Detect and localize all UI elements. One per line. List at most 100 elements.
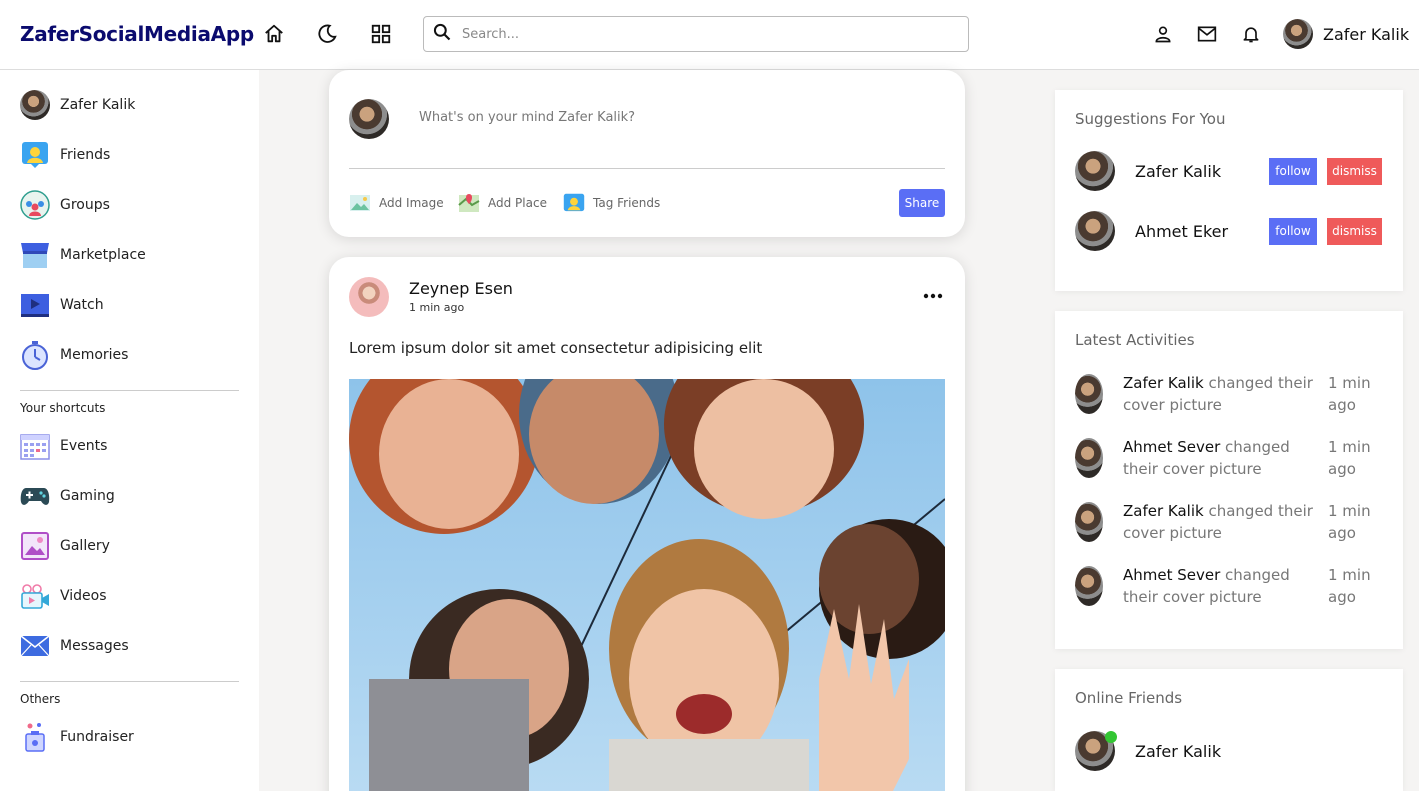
dark-mode-icon[interactable]: [315, 22, 339, 46]
fundraiser-icon: [20, 722, 50, 752]
gallery-icon: [20, 531, 50, 561]
sidebar-item-watch[interactable]: Watch: [0, 280, 259, 330]
post-author[interactable]: Zeynep Esen: [409, 279, 513, 298]
follow-button[interactable]: follow: [1269, 157, 1317, 185]
sidebar-item-label: Marketplace: [60, 247, 146, 263]
add-place-button[interactable]: Add Place: [458, 193, 547, 213]
avatar: [1283, 19, 1313, 49]
dismiss-button[interactable]: dismiss: [1327, 157, 1382, 185]
nav-user-name: Zafer Kalik: [1323, 24, 1410, 44]
avatar: [1075, 211, 1115, 251]
activity-user[interactable]: Ahmet Sever: [1123, 566, 1220, 584]
sidebar-item-profile[interactable]: Zafer Kalik: [0, 80, 259, 130]
avatar: [20, 90, 50, 120]
post-time: 1 min ago: [409, 301, 465, 314]
activity-text: Zafer Kalik changed their cover picture: [1123, 372, 1328, 416]
sidebar-item-gallery[interactable]: Gallery: [0, 521, 259, 571]
messages-icon: [20, 631, 50, 661]
post-card: Zeynep Esen 1 min ago Lorem ipsum dolor …: [329, 257, 965, 791]
sidebar-divider: [20, 390, 239, 391]
avatar: [1075, 438, 1103, 478]
home-icon[interactable]: [262, 22, 286, 46]
online-friends-title: Online Friends: [1075, 689, 1183, 707]
activities-card: Latest Activities Zafer Kalik changed th…: [1055, 311, 1403, 649]
sidebar-item-label: Groups: [60, 197, 110, 213]
avatar: [1075, 151, 1115, 191]
sidebar-item-label: Memories: [60, 347, 129, 363]
sidebar-item-marketplace[interactable]: Marketplace: [0, 230, 259, 280]
suggestion-row: Ahmet Eker follow dismiss: [1075, 211, 1383, 251]
tag-friends-button[interactable]: Tag Friends: [563, 193, 660, 213]
share-card: What's on your mind Zafer Kalik? Add Ima…: [329, 70, 965, 237]
add-image-button[interactable]: Add Image: [349, 193, 444, 213]
sidebar-item-gaming[interactable]: Gaming: [0, 471, 259, 521]
sidebar-item-messages[interactable]: Messages: [0, 621, 259, 671]
sidebar-item-label: Videos: [60, 588, 107, 604]
suggestions-card: Suggestions For You Zafer Kalik follow d…: [1055, 90, 1403, 291]
avatar: [349, 99, 389, 139]
avatar: [1075, 566, 1103, 606]
person-icon[interactable]: [1151, 22, 1175, 46]
activities-title: Latest Activities: [1075, 331, 1195, 349]
suggestion-name[interactable]: Zafer Kalik: [1135, 162, 1269, 181]
activity-user[interactable]: Zafer Kalik: [1123, 374, 1204, 392]
sidebar-item-memories[interactable]: Memories: [0, 330, 259, 380]
sidebar-item-fundraiser[interactable]: Fundraiser: [0, 712, 259, 762]
add-image-label: Add Image: [379, 196, 444, 210]
online-status-dot: [1105, 731, 1117, 743]
apps-grid-icon[interactable]: [369, 22, 393, 46]
avatar: [1075, 374, 1103, 414]
friends-icon: [20, 140, 50, 170]
sidebar-item-label: Events: [60, 438, 108, 454]
activity-time: 1 min ago: [1328, 374, 1371, 414]
activity-user[interactable]: Zafer Kalik: [1123, 502, 1204, 520]
add-place-label: Add Place: [488, 196, 547, 210]
dismiss-button[interactable]: dismiss: [1327, 217, 1382, 245]
sidebar-item-label: Friends: [60, 147, 111, 163]
more-options-icon[interactable]: [923, 287, 943, 299]
mail-icon[interactable]: [1195, 22, 1219, 46]
sidebar-item-events[interactable]: Events: [0, 421, 259, 471]
suggestion-name[interactable]: Ahmet Eker: [1135, 222, 1269, 241]
events-icon: [20, 431, 50, 461]
activity-item: Zafer Kalik changed their cover picture …: [1075, 372, 1383, 416]
follow-button[interactable]: follow: [1269, 217, 1317, 245]
left-sidebar: Zafer Kalik Friends Groups Marketplace W…: [0, 70, 259, 791]
tag-friends-label: Tag Friends: [593, 196, 661, 210]
search-bar[interactable]: [423, 16, 969, 52]
watch-icon: [20, 290, 50, 320]
videos-icon: [20, 581, 50, 611]
app-logo[interactable]: ZaferSocialMediaApp: [20, 22, 254, 46]
activity-text: Ahmet Sever changed their cover picture: [1123, 564, 1328, 608]
share-prompt-input[interactable]: What's on your mind Zafer Kalik?: [419, 110, 635, 125]
sidebar-item-label: Gallery: [60, 538, 110, 554]
online-friend-name: Zafer Kalik: [1135, 741, 1222, 761]
sidebar-item-label: Fundraiser: [60, 729, 134, 745]
activity-user[interactable]: Ahmet Sever: [1123, 438, 1220, 456]
sidebar-item-videos[interactable]: Videos: [0, 571, 259, 621]
search-icon: [432, 22, 452, 46]
others-heading: Others: [20, 692, 61, 706]
sidebar-item-label: Zafer Kalik: [60, 97, 136, 113]
avatar: [1075, 502, 1103, 542]
groups-icon: [20, 190, 50, 220]
activity-text: Zafer Kalik changed their cover picture: [1123, 500, 1328, 544]
activity-item: Ahmet Sever changed their cover picture …: [1075, 436, 1383, 480]
top-navbar: ZaferSocialMediaApp Zafer Kalik: [0, 0, 1419, 70]
sidebar-item-friends[interactable]: Friends: [0, 130, 259, 180]
share-button[interactable]: Share: [899, 189, 945, 217]
sidebar-item-groups[interactable]: Groups: [0, 180, 259, 230]
notifications-icon[interactable]: [1239, 22, 1263, 46]
nav-user-profile[interactable]: Zafer Kalik: [1283, 19, 1409, 49]
activity-item: Ahmet Sever changed their cover picture …: [1075, 564, 1383, 608]
avatar: [349, 277, 389, 317]
search-input[interactable]: [462, 26, 942, 42]
online-friend-item[interactable]: Zafer Kalik: [1075, 731, 1221, 771]
memories-icon: [20, 340, 50, 370]
image-icon: [349, 193, 371, 213]
activity-time: 1 min ago: [1328, 438, 1371, 478]
post-text: Lorem ipsum dolor sit amet consectetur a…: [349, 339, 763, 357]
marketplace-icon: [20, 240, 50, 270]
activity-text: Ahmet Sever changed their cover picture: [1123, 436, 1328, 480]
post-image[interactable]: [349, 379, 945, 791]
